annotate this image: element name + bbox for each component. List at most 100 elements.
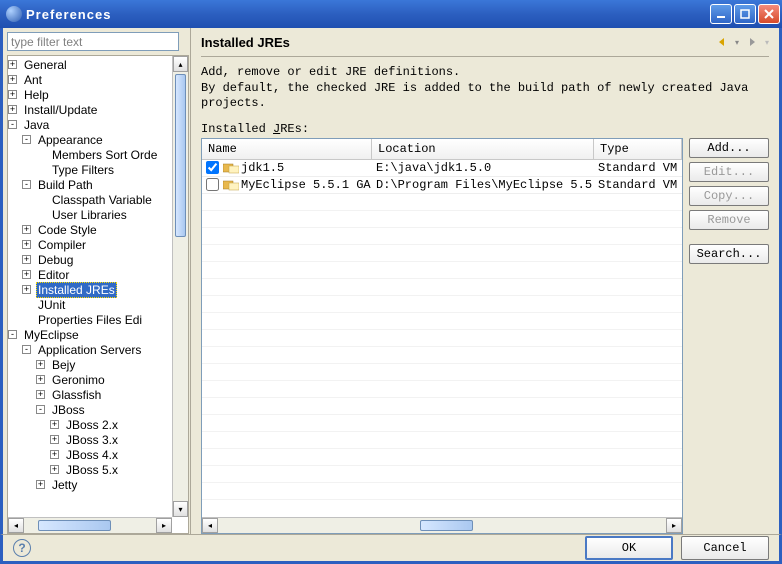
tree-vertical-scrollbar[interactable]: ▴ ▾ bbox=[172, 56, 188, 517]
tree-item-label: JBoss 4.x bbox=[64, 448, 120, 462]
tree-item[interactable]: Classpath Variable bbox=[8, 192, 188, 207]
tree-item[interactable]: +Debug bbox=[8, 252, 188, 267]
table-row[interactable]: jdk1.5E:\java\jdk1.5.0Standard VM bbox=[202, 160, 682, 177]
column-name[interactable]: Name bbox=[202, 139, 372, 159]
table-row[interactable]: MyEclipse 5.5.1 GAD:\Program Files\MyEcl… bbox=[202, 177, 682, 194]
tree-item[interactable]: Properties Files Edi bbox=[8, 312, 188, 327]
back-icon[interactable] bbox=[713, 34, 731, 50]
tree-item[interactable]: + JBoss 3.x bbox=[8, 432, 188, 447]
table-row bbox=[202, 432, 682, 449]
tree-item[interactable]: +Install/Update bbox=[8, 102, 188, 117]
tree-item[interactable]: + JBoss 4.x bbox=[8, 447, 188, 462]
tree-item-label: Compiler bbox=[36, 238, 88, 252]
copy-button[interactable]: Copy... bbox=[689, 186, 769, 206]
tree-toggle-icon[interactable]: + bbox=[36, 480, 45, 489]
tree-toggle-icon[interactable]: - bbox=[36, 405, 45, 414]
tree-item-label: JBoss 2.x bbox=[64, 418, 120, 432]
tree-toggle-icon[interactable]: + bbox=[50, 465, 59, 474]
tree-item-label: JUnit bbox=[36, 298, 67, 312]
tree-item[interactable]: +Code Style bbox=[8, 222, 188, 237]
filter-input[interactable] bbox=[7, 32, 179, 51]
tree-item[interactable]: -Application Servers bbox=[8, 342, 188, 357]
tree-item[interactable]: Members Sort Orde bbox=[8, 147, 188, 162]
tree-toggle-icon[interactable]: - bbox=[22, 135, 31, 144]
ok-button[interactable]: OK bbox=[585, 536, 673, 560]
tree-toggle-icon[interactable]: + bbox=[22, 285, 31, 294]
tree-item[interactable]: +Glassfish bbox=[8, 387, 188, 402]
tree-item-label: Type Filters bbox=[50, 163, 116, 177]
tree-toggle-icon[interactable]: + bbox=[36, 390, 45, 399]
table-row bbox=[202, 228, 682, 245]
tree-toggle-icon[interactable]: - bbox=[8, 330, 17, 339]
tree-item[interactable]: + JBoss 2.x bbox=[8, 417, 188, 432]
tree-item[interactable]: -Appearance bbox=[8, 132, 188, 147]
tree-toggle-icon[interactable]: + bbox=[22, 240, 31, 249]
table-row bbox=[202, 449, 682, 466]
cancel-button[interactable]: Cancel bbox=[681, 536, 769, 560]
maximize-button[interactable] bbox=[734, 4, 756, 24]
forward-dropdown-icon: ▾ bbox=[765, 38, 769, 47]
tree-item-label: JBoss bbox=[50, 403, 87, 417]
tree-horizontal-scrollbar[interactable]: ◂ ▸ bbox=[8, 517, 172, 533]
tree-item[interactable]: +Bejy bbox=[8, 357, 188, 372]
tree-toggle-icon[interactable]: + bbox=[50, 435, 59, 444]
tree-item-label: JBoss 3.x bbox=[64, 433, 120, 447]
tree-toggle-icon[interactable]: + bbox=[50, 450, 59, 459]
remove-button[interactable]: Remove bbox=[689, 210, 769, 230]
tree-toggle-icon[interactable]: + bbox=[8, 105, 17, 114]
add-button[interactable]: Add... bbox=[689, 138, 769, 158]
search-button[interactable]: Search... bbox=[689, 244, 769, 264]
tree-item[interactable]: + Installed JREs bbox=[8, 282, 188, 297]
tree-item[interactable]: -Java bbox=[8, 117, 188, 132]
table-horizontal-scrollbar[interactable]: ◂ ▸ bbox=[202, 517, 682, 533]
jre-location: E:\java\jdk1.5.0 bbox=[376, 161, 491, 175]
jre-icon bbox=[223, 162, 239, 174]
column-location[interactable]: Location bbox=[372, 139, 594, 159]
close-button[interactable] bbox=[758, 4, 780, 24]
jre-checkbox[interactable] bbox=[206, 161, 219, 174]
tree-toggle-icon[interactable]: - bbox=[8, 120, 17, 129]
tree-toggle-icon[interactable]: + bbox=[36, 375, 45, 384]
tree-toggle-icon[interactable]: + bbox=[22, 225, 31, 234]
tree-item[interactable]: User Libraries bbox=[8, 207, 188, 222]
tree-item-label: Help bbox=[22, 88, 51, 102]
tree-item[interactable]: +Editor bbox=[8, 267, 188, 282]
tree-item-label: Members Sort Orde bbox=[50, 148, 159, 162]
tree-item-label: Installed JREs bbox=[36, 282, 117, 298]
tree-toggle-icon[interactable]: + bbox=[8, 75, 17, 84]
tree-toggle-icon[interactable]: + bbox=[22, 255, 31, 264]
table-row bbox=[202, 330, 682, 347]
table-row bbox=[202, 262, 682, 279]
tree-item[interactable]: +Ant bbox=[8, 72, 188, 87]
minimize-button[interactable] bbox=[710, 4, 732, 24]
tree-toggle-icon[interactable]: + bbox=[22, 270, 31, 279]
tree-container: +General+Ant+Help+Install/Update-Java-Ap… bbox=[7, 55, 189, 534]
tree-item[interactable]: JUnit bbox=[8, 297, 188, 312]
tree-item[interactable]: +Jetty bbox=[8, 477, 188, 492]
table-header[interactable]: Name Location Type bbox=[202, 139, 682, 160]
tree-toggle-icon[interactable]: - bbox=[22, 180, 31, 189]
tree-item[interactable]: +General bbox=[8, 57, 188, 72]
tree-toggle-icon[interactable]: + bbox=[36, 360, 45, 369]
table-row bbox=[202, 466, 682, 483]
tree-item[interactable]: +Geronimo bbox=[8, 372, 188, 387]
tree-item-label: User Libraries bbox=[50, 208, 129, 222]
preferences-tree[interactable]: +General+Ant+Help+Install/Update-Java-Ap… bbox=[8, 56, 188, 493]
tree-item[interactable]: + Help bbox=[8, 87, 188, 102]
tree-item[interactable]: -Build Path bbox=[8, 177, 188, 192]
tree-toggle-icon[interactable]: + bbox=[50, 420, 59, 429]
tree-item[interactable]: Type Filters bbox=[8, 162, 188, 177]
left-pane: +General+Ant+Help+Install/Update-Java-Ap… bbox=[3, 28, 191, 534]
tree-item[interactable]: +JBoss 5.x bbox=[8, 462, 188, 477]
help-icon[interactable]: ? bbox=[13, 539, 31, 557]
jre-checkbox[interactable] bbox=[206, 178, 219, 191]
back-dropdown-icon[interactable]: ▾ bbox=[735, 38, 739, 47]
tree-toggle-icon[interactable]: + bbox=[8, 60, 17, 69]
column-type[interactable]: Type bbox=[594, 139, 682, 159]
tree-item[interactable]: -MyEclipse bbox=[8, 327, 188, 342]
tree-toggle-icon[interactable]: - bbox=[22, 345, 31, 354]
tree-toggle-icon[interactable]: + bbox=[8, 90, 17, 99]
tree-item[interactable]: -JBoss bbox=[8, 402, 188, 417]
tree-item[interactable]: + Compiler bbox=[8, 237, 188, 252]
edit-button[interactable]: Edit... bbox=[689, 162, 769, 182]
